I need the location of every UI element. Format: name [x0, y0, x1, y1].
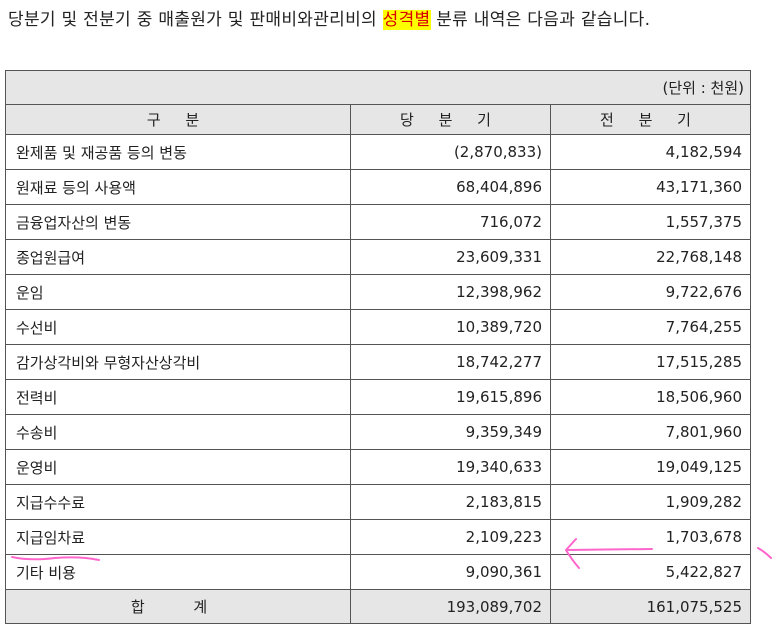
row-prior-value: 18,506,960 [550, 379, 751, 415]
row-prior-value: 1,703,678 [550, 519, 751, 555]
row-current-value: 19,615,896 [350, 379, 551, 415]
row-prior-value: 4,182,594 [550, 134, 751, 170]
table-row: 운임 12,398,962 9,722,676 [5, 274, 751, 310]
table-row: 감가상각비와 무형자산상각비 18,742,277 17,515,285 [5, 344, 751, 380]
row-prior-value: 9,722,676 [550, 274, 751, 310]
row-label: 금융업자산의 변동 [5, 204, 351, 240]
row-prior-value: 7,764,255 [550, 309, 751, 345]
table-row: 지급임차료 2,109,223 1,703,678 [5, 519, 751, 555]
header-category: 구 분 [5, 104, 351, 135]
unit-row: (단위 : 천원) [5, 70, 751, 105]
table-row: 운영비 19,340,633 19,049,125 [5, 449, 751, 485]
table-row: 완제품 및 재공품 등의 변동 (2,870,833) 4,182,594 [5, 134, 751, 170]
row-current-value: 2,183,815 [350, 484, 551, 520]
header-prior-quarter: 전 분 기 [550, 104, 751, 135]
table-row: 수송비 9,359,349 7,801,960 [5, 414, 751, 450]
row-label: 수송비 [5, 414, 351, 450]
row-current-value: 12,398,962 [350, 274, 551, 310]
row-prior-value: 17,515,285 [550, 344, 751, 380]
row-current-value: 2,109,223 [350, 519, 551, 555]
header-current-quarter: 당 분 기 [350, 104, 551, 135]
row-prior-value: 1,557,375 [550, 204, 751, 240]
intro-text-before: 당분기 및 전분기 중 매출원가 및 판매비와관리비의 [8, 10, 383, 30]
row-current-value: 9,090,361 [350, 554, 551, 590]
row-label: 지급임차료 [5, 519, 351, 555]
table-row: 기타 비용 9,090,361 5,422,827 [5, 554, 751, 590]
table-row: 수선비 10,389,720 7,764,255 [5, 309, 751, 345]
row-current-value: 716,072 [350, 204, 551, 240]
row-current-value: 10,389,720 [350, 309, 551, 345]
table-row: 지급수수료 2,183,815 1,909,282 [5, 484, 751, 520]
row-label: 원재료 등의 사용액 [5, 169, 351, 205]
row-label: 운영비 [5, 449, 351, 485]
intro-highlight: 성격별 [382, 10, 431, 30]
row-current-value: 18,742,277 [350, 344, 551, 380]
row-prior-value: 1,909,282 [550, 484, 751, 520]
row-prior-value: 22,768,148 [550, 239, 751, 275]
row-prior-value: 19,049,125 [550, 449, 751, 485]
row-current-value: 68,404,896 [350, 169, 551, 205]
row-label: 기타 비용 [5, 554, 351, 590]
table-row: 금융업자산의 변동 716,072 1,557,375 [5, 204, 751, 240]
header-row: 구 분 당 분 기 전 분 기 [5, 104, 751, 135]
row-label: 지급수수료 [5, 484, 351, 520]
row-current-value: 9,359,349 [350, 414, 551, 450]
table-row: 전력비 19,615,896 18,506,960 [5, 379, 751, 415]
row-prior-value: 43,171,360 [550, 169, 751, 205]
row-label: 종업원급여 [5, 239, 351, 275]
row-current-value: 23,609,331 [350, 239, 551, 275]
table-row: 종업원급여 23,609,331 22,768,148 [5, 239, 751, 275]
intro-paragraph: 당분기 및 전분기 중 매출원가 및 판매비와관리비의 성격별 분류 내역은 다… [8, 6, 760, 34]
tick-mark [757, 547, 772, 559]
table-row: 원재료 등의 사용액 68,404,896 43,171,360 [5, 169, 751, 205]
row-current-value: (2,870,833) [350, 134, 551, 170]
table-body: 완제품 및 재공품 등의 변동 (2,870,833) 4,182,594 원재료 등… [5, 134, 751, 590]
row-current-value: 19,340,633 [350, 449, 551, 485]
row-label: 운임 [5, 274, 351, 310]
unit-label: (단위 : 천원) [5, 70, 751, 105]
row-prior-value: 7,801,960 [550, 414, 751, 450]
row-prior-value: 5,422,827 [550, 554, 751, 590]
row-label: 완제품 및 재공품 등의 변동 [5, 134, 351, 170]
intro-text-after: 분류 내역은 다음과 같습니다. [430, 10, 651, 30]
row-label: 감가상각비와 무형자산상각비 [5, 344, 351, 380]
row-label: 수선비 [5, 309, 351, 345]
row-label: 전력비 [5, 379, 351, 415]
expense-table: (단위 : 천원) 구 분 당 분 기 전 분 기 완제품 및 재공품 등의 변… [5, 70, 751, 624]
